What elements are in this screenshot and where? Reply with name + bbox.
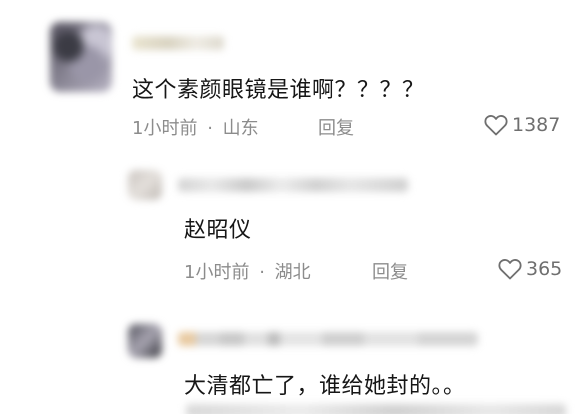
like-count: 365 bbox=[526, 258, 563, 280]
heart-outline-icon bbox=[498, 259, 522, 280]
reply-button[interactable]: 回复 bbox=[318, 114, 354, 140]
like-button[interactable]: 365 bbox=[498, 258, 562, 280]
reply-button[interactable]: 回复 bbox=[372, 258, 408, 284]
comment-time: 1小时前 bbox=[132, 118, 198, 139]
username-blurred[interactable] bbox=[178, 332, 478, 346]
meta-separator: · bbox=[259, 262, 265, 283]
username-blurred[interactable] bbox=[178, 178, 408, 192]
comment-location: 山东 bbox=[222, 118, 259, 139]
meta-separator: · bbox=[207, 118, 213, 139]
reply-text: 赵昭仪 bbox=[184, 218, 252, 243]
reply-location: 湖北 bbox=[274, 262, 311, 283]
username-blurred[interactable] bbox=[132, 36, 224, 50]
comment-thread: 这个素颜眼镜是谁啊？？？？ 1小时前 · 山东 回复 1387 赵昭仪 1小时前… bbox=[0, 0, 582, 414]
like-button[interactable]: 1387 bbox=[484, 114, 560, 136]
avatar[interactable] bbox=[128, 324, 162, 358]
reply-time: 1小时前 bbox=[184, 262, 250, 283]
reply-meta: 1小时前 · 湖北 bbox=[184, 258, 311, 284]
like-count: 1387 bbox=[512, 114, 561, 136]
avatar[interactable] bbox=[50, 22, 112, 92]
comment-meta: 1小时前 · 山东 bbox=[132, 114, 259, 140]
comment-text: 这个素颜眼镜是谁啊？？？？ bbox=[132, 78, 425, 103]
reply-text: 大清都亡了，谁给她封的。。 bbox=[184, 374, 466, 399]
heart-outline-icon bbox=[484, 115, 508, 136]
reply-meta-blurred bbox=[186, 404, 566, 414]
avatar[interactable] bbox=[128, 170, 162, 200]
